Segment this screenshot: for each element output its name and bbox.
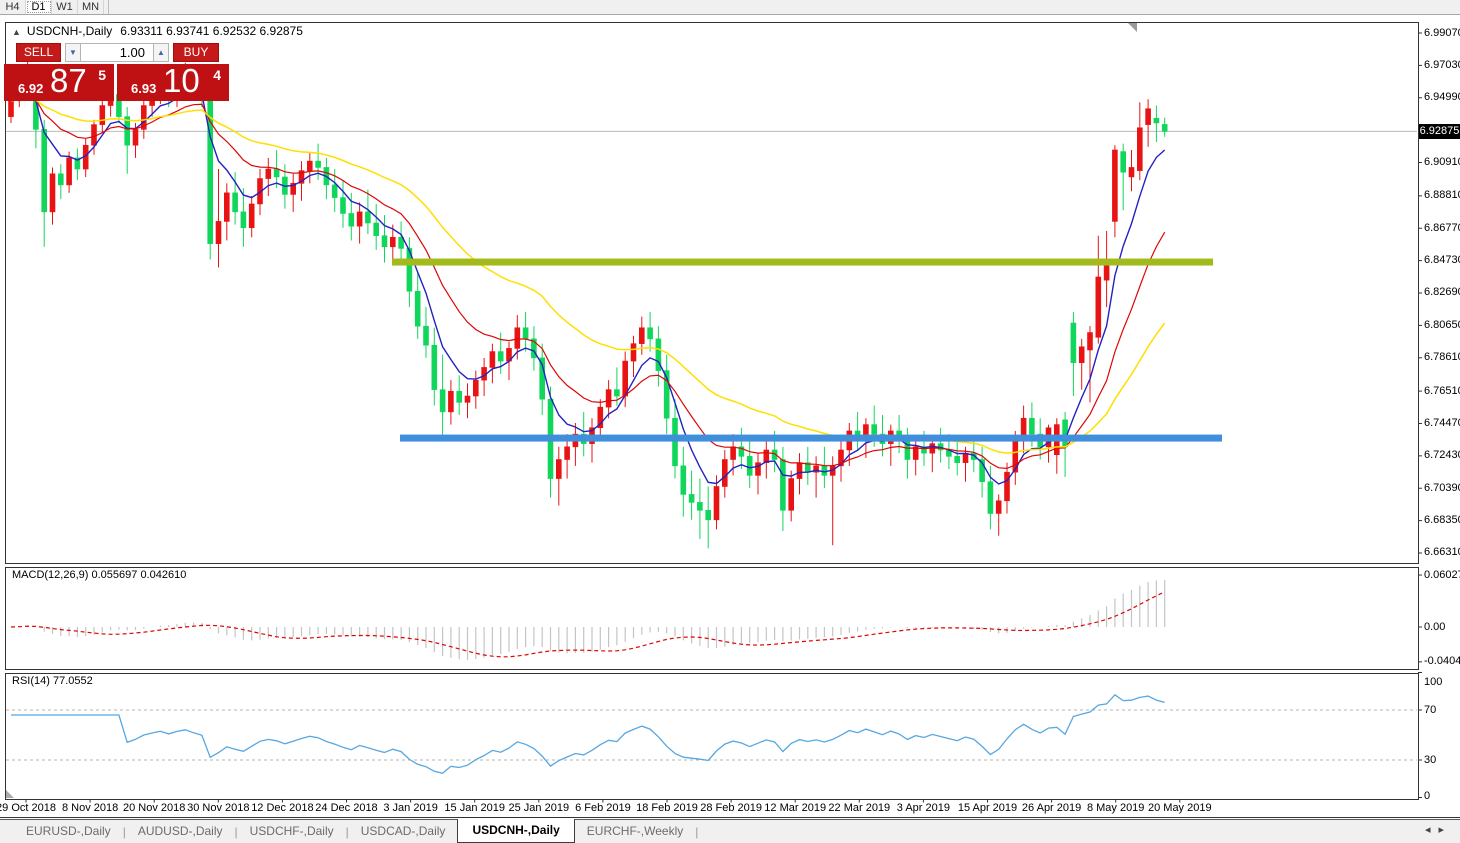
- sell-price-sup: 5: [98, 67, 106, 83]
- buy-button[interactable]: BUY: [173, 43, 219, 62]
- pane-resize-grip-icon[interactable]: [6, 790, 14, 798]
- rsi-axis-label: 30: [1424, 753, 1437, 766]
- macd-label: MACD(12,26,9) 0.055697 0.042610: [12, 569, 187, 581]
- tab-scroll-arrows: ◂▸: [1425, 823, 1452, 836]
- macd-value-main: 0.055697: [91, 569, 138, 581]
- macd-value-signal: 0.042610: [140, 569, 187, 581]
- price-axis-label: 6.72430: [1424, 449, 1460, 462]
- buy-price-big: 10: [163, 62, 200, 99]
- terminal-window: H4 D1 W1 MN ▲ USDCNH-,Daily 6.93311 6.93741 6…: [0, 0, 1460, 843]
- ma-fast-line: [10, 88, 1166, 485]
- tab-usdchf-daily[interactable]: USDCHF-,Daily: [238, 820, 346, 843]
- chart-title: ▲ USDCNH-,Daily 6.93311 6.93741 6.92532 6.…: [12, 24, 303, 38]
- price-axis-label: 6.80650: [1424, 318, 1460, 331]
- price-axis-label: 6.84730: [1424, 254, 1460, 267]
- tab-eurchf-weekly[interactable]: EURCHF-,Weekly: [575, 820, 695, 843]
- sell-button[interactable]: SELL: [16, 43, 61, 62]
- price-boxes: 6.92 87 5 6.93 10 4: [4, 62, 229, 101]
- price-axis-label: 6.99070: [1424, 26, 1460, 39]
- price-axis-label: 6.86770: [1424, 221, 1460, 234]
- volume-decrease-button[interactable]: ▼: [65, 43, 81, 62]
- ma-mid-line: [10, 94, 1166, 470]
- support-line[interactable]: [400, 434, 1222, 442]
- price-axis-label: 6.82690: [1424, 286, 1460, 299]
- chart-symbol-label: USDCNH-,Daily: [26, 24, 113, 38]
- price-axis-label: 6.76510: [1424, 384, 1460, 397]
- date-axis-label: 20 May 2019: [1147, 802, 1212, 814]
- tab-usdcnh-daily[interactable]: USDCNH-,Daily: [457, 819, 575, 843]
- tab-audusd-daily[interactable]: AUDUSD-,Daily: [126, 820, 235, 843]
- sell-price-big: 87: [50, 62, 87, 99]
- tab-scroll-right-icon[interactable]: ▸: [1438, 824, 1452, 836]
- buy-price-display[interactable]: 6.93 10 4: [117, 62, 229, 101]
- price-axis-label: 6.78610: [1424, 351, 1460, 364]
- one-click-trade-row: SELL ▼ ▲ BUY: [16, 43, 219, 62]
- macd-signal-line: [10, 591, 1165, 658]
- chart-tab-bar: EURUSD-,Daily | AUDUSD-,Daily | USDCHF-,Dail…: [0, 819, 1460, 843]
- resistance-line[interactable]: [392, 258, 1213, 266]
- tab-usdcad-daily[interactable]: USDCAD-,Daily: [349, 820, 458, 843]
- volume-increase-button[interactable]: ▲: [153, 43, 169, 62]
- macd-pane-frame: [5, 567, 1419, 670]
- chart-area[interactable]: [0, 0, 1460, 843]
- rsi-axis-label: 0: [1424, 790, 1431, 802]
- sell-price-display[interactable]: 6.92 87 5: [4, 62, 114, 101]
- price-axis-label: 6.88810: [1424, 189, 1460, 202]
- macd-axis-label: 0.060274: [1424, 568, 1460, 581]
- rsi-axis-label: 70: [1424, 703, 1437, 716]
- rsi-line: [11, 693, 1165, 775]
- rsi-layer: [6, 693, 1417, 775]
- chart-shift-marker-icon: [1128, 23, 1137, 32]
- main-chart-layer: [6, 57, 1417, 549]
- rsi-axis-label: 100: [1424, 676, 1443, 688]
- current-price-box: 6.92875: [1419, 123, 1460, 139]
- volume-input[interactable]: [81, 43, 153, 62]
- price-axis-label: 6.90910: [1424, 156, 1460, 169]
- macd-axis-label: -0.040412: [1424, 655, 1460, 668]
- one-click-collapse-icon[interactable]: ▲: [12, 27, 21, 37]
- price-axis-label: 6.94990: [1424, 91, 1460, 104]
- macd-layer: [10, 579, 1166, 660]
- tab-separator: |: [695, 824, 699, 839]
- rsi-pane-frame: [5, 673, 1419, 800]
- price-axis-label: 6.66310: [1424, 546, 1460, 559]
- macd-axis-label: 0.00: [1424, 620, 1446, 633]
- rsi-label: RSI(14) 77.0552: [12, 675, 93, 687]
- price-axis-label: 6.68350: [1424, 514, 1460, 527]
- rsi-value: 77.0552: [52, 675, 93, 687]
- tab-scroll-left-icon[interactable]: ◂: [1425, 824, 1439, 836]
- buy-price-small: 6.93: [131, 81, 157, 96]
- buy-price-sup: 4: [213, 67, 221, 83]
- price-axis-label: 6.97030: [1424, 58, 1460, 71]
- sell-price-small: 6.92: [18, 81, 44, 96]
- price-axis-label: 6.74470: [1424, 416, 1460, 429]
- price-axis-label: 6.70390: [1424, 481, 1460, 494]
- chart-ohlc-values: 6.93311 6.93741 6.92532 6.92875: [120, 24, 303, 38]
- tab-eurusd-daily[interactable]: EURUSD-,Daily: [14, 820, 123, 843]
